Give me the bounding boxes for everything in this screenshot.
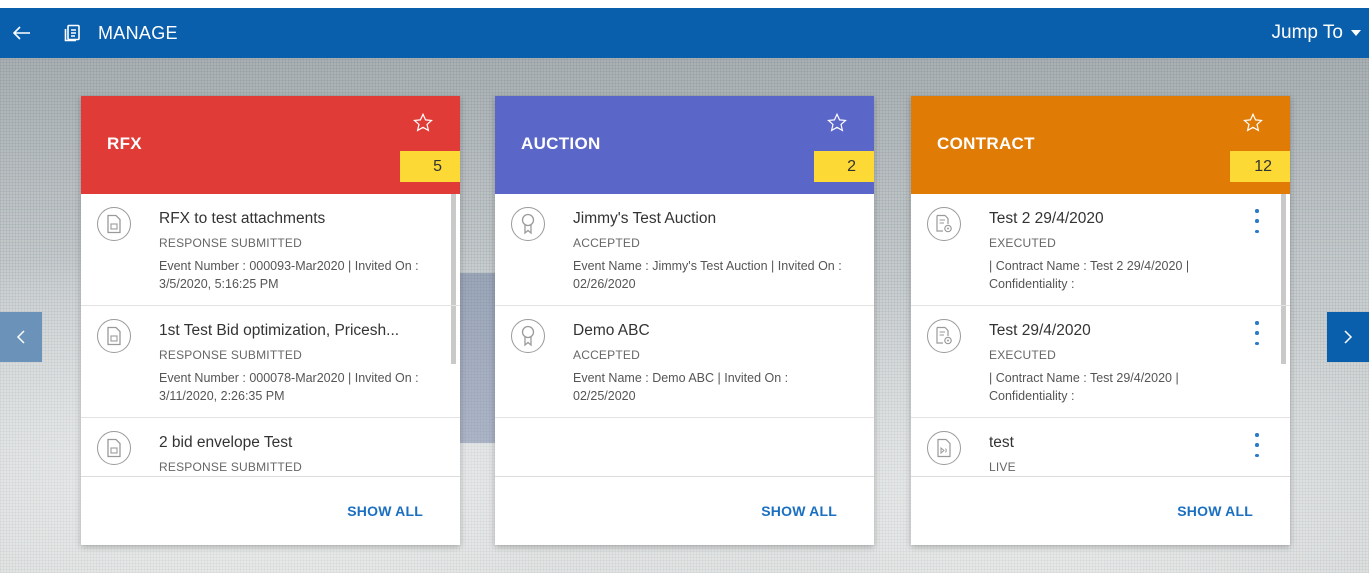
more-options-icon[interactable] [1252,209,1262,233]
chevron-left-icon [16,330,25,344]
list-item[interactable]: Demo ABC ACCEPTED Event Name : Demo ABC … [495,306,874,418]
card-header[interactable]: RFX 5 [81,96,460,194]
carousel-next-button[interactable] [1327,312,1369,362]
item-title: Test 29/4/2020 [989,322,1091,339]
card-title: AUCTION [521,134,601,153]
item-status: EXECUTED [989,236,1056,250]
document-icon [97,207,131,241]
item-title: 1st Test Bid optimization, Pricesh... [159,322,400,339]
card-list[interactable]: Jimmy's Test Auction ACCEPTED Event Name… [495,194,874,476]
jump-to-dropdown[interactable]: Jump To [1272,8,1361,58]
card-list[interactable]: Test 2 29/4/2020 EXECUTED | Contract Nam… [911,194,1290,476]
more-options-icon[interactable] [1252,433,1262,457]
auction-card: AUCTION 2 Jimmy's Test Auction ACCEPTED … [495,96,874,545]
card-list[interactable]: RFX to test attachments RESPONSE SUBMITT… [81,194,460,476]
item-status: LIVE [989,460,1016,474]
list-item[interactable]: Test 29/4/2020 EXECUTED | Contract Name … [911,306,1290,418]
item-title: Jimmy's Test Auction [573,210,717,227]
rfx-card: RFX 5 RFX to test attachments RESPONSE S… [81,96,460,545]
top-bar: MANAGE Jump To [0,8,1369,58]
count-badge: 2 [814,151,874,182]
caret-down-icon [1351,30,1361,36]
count-badge: 5 [400,151,460,182]
item-status: ACCEPTED [573,236,640,250]
card-footer: SHOW ALL [911,476,1290,545]
item-detail: Event Number : 000078-Mar2020 | Invited … [159,371,419,403]
chevron-right-icon [1344,330,1353,344]
item-detail: Event Name : Jimmy's Test Auction | Invi… [573,259,842,291]
item-detail: Event Name : Demo ABC | Invited On : 02/… [573,371,789,403]
count-badge: 12 [1230,151,1290,182]
contract-settings-icon [927,319,961,353]
card-title: CONTRACT [937,134,1035,153]
list-item[interactable]: test LIVE [911,418,1290,476]
show-all-link[interactable]: SHOW ALL [347,503,423,519]
show-all-link[interactable]: SHOW ALL [761,503,837,519]
star-icon[interactable] [412,112,434,134]
card-footer: SHOW ALL [81,476,460,545]
arrow-left-icon [13,26,30,40]
card-header[interactable]: CONTRACT 12 [911,96,1290,194]
jump-to-label: Jump To [1271,22,1343,43]
item-status: RESPONSE SUBMITTED [159,236,302,250]
item-status: ACCEPTED [573,348,640,362]
card-title: RFX [107,134,142,153]
card-footer: SHOW ALL [495,476,874,545]
list-item[interactable]: Test 2 29/4/2020 EXECUTED | Contract Nam… [911,194,1290,306]
item-detail: | Contract Name : Test 2 29/4/2020 | Con… [989,259,1190,291]
item-title: 2 bid envelope Test [159,434,293,451]
item-status: RESPONSE SUBMITTED [159,460,302,474]
item-status: RESPONSE SUBMITTED [159,348,302,362]
carousel-prev-button[interactable] [0,312,42,362]
item-title: RFX to test attachments [159,210,326,227]
star-icon[interactable] [1242,112,1264,134]
item-detail: Event Number : 000093-Mar2020 | Invited … [159,259,419,291]
list-item[interactable]: 1st Test Bid optimization, Pricesh... RE… [81,306,460,418]
award-ribbon-icon [511,207,545,241]
more-options-icon[interactable] [1252,321,1262,345]
award-ribbon-icon [511,319,545,353]
item-title: Demo ABC [573,322,650,339]
contract-settings-icon [927,207,961,241]
list-item[interactable]: RFX to test attachments RESPONSE SUBMITT… [81,194,460,306]
back-button[interactable] [2,8,42,58]
star-icon[interactable] [826,112,848,134]
item-title: test [989,434,1014,451]
item-detail: | Contract Name : Test 29/4/2020 | Confi… [989,371,1179,403]
contract-card: CONTRACT 12 Test 2 29/4/2020 EXECUTED | … [911,96,1290,545]
document-icon [97,431,131,465]
item-title: Test 2 29/4/2020 [989,210,1104,227]
contract-live-icon [927,431,961,465]
list-item[interactable]: Jimmy's Test Auction ACCEPTED Event Name… [495,194,874,306]
card-header[interactable]: AUCTION 2 [495,96,874,194]
page-title: MANAGE [98,22,178,43]
manage-icon [60,8,86,58]
document-icon [97,319,131,353]
item-status: EXECUTED [989,348,1056,362]
list-item[interactable]: 2 bid envelope Test RESPONSE SUBMITTED [81,418,460,476]
show-all-link[interactable]: SHOW ALL [1177,503,1253,519]
